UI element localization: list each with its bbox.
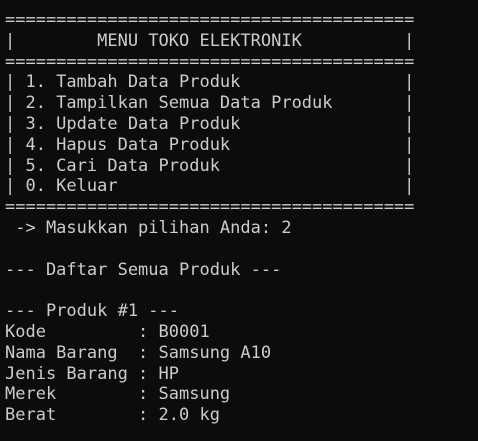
menu-item-tampilkan: | 2. Tampilkan Semua Data Produk | — [5, 93, 415, 114]
terminal-window[interactable]: ========================================… — [0, 0, 478, 441]
menu-title: | MENU TOKO ELEKTRONIK | — [5, 30, 415, 51]
menu-item-cari: | 5. Cari Data Produk | — [5, 155, 415, 176]
product-heading: --- Produk #1 --- — [5, 301, 179, 322]
product-field-kode: Kode : B0001 — [5, 321, 210, 342]
menu-item-hapus: | 4. Hapus Data Produk | — [5, 134, 415, 155]
menu-item-keluar: | 0. Keluar | — [5, 176, 415, 197]
menu-border-top: ======================================== — [5, 10, 415, 30]
section-heading: --- Daftar Semua Produk --- — [5, 259, 282, 280]
product-field-jenis: Jenis Barang : HP — [5, 363, 179, 384]
menu-border-title: ======================================== — [5, 51, 415, 72]
menu-border-bottom: ======================================== — [5, 197, 415, 218]
product-field-nama: Nama Barang : Samsung A10 — [5, 342, 272, 363]
menu-item-update: | 3. Update Data Produk | — [5, 113, 415, 134]
product-field-berat: Berat : 2.0 kg — [5, 405, 220, 426]
product-field-merek: Merek : Samsung — [5, 384, 231, 405]
menu-item-tambah: | 1. Tambah Data Produk | — [5, 72, 415, 93]
input-prompt: -> Masukkan pilihan Anda: 2 — [5, 217, 292, 238]
